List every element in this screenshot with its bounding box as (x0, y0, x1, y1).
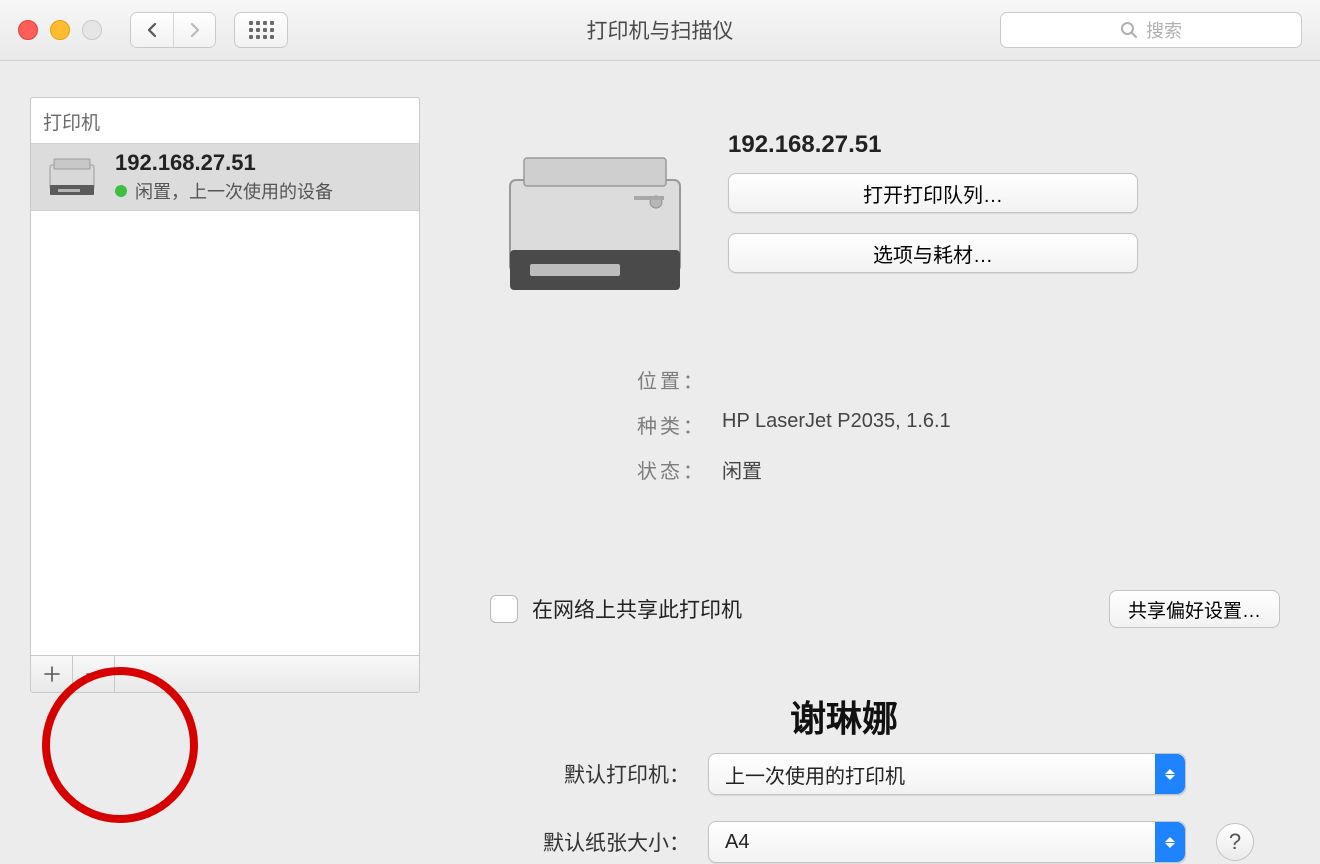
status-dot-idle-icon (115, 185, 127, 197)
search-placeholder: 搜索 (1146, 17, 1182, 43)
status-value: 闲置 (722, 455, 762, 484)
default-printer-value: 上一次使用的打印机 (725, 760, 905, 789)
search-icon (1120, 21, 1138, 39)
traffic-lights (18, 20, 102, 40)
back-button[interactable] (131, 13, 173, 47)
options-supplies-button[interactable]: 选项与耗材… (728, 233, 1138, 273)
default-paper-value: A4 (725, 831, 749, 854)
printer-row-text: 192.168.27.51 闲置，上一次使用的设备 (115, 150, 333, 204)
printer-row-name: 192.168.27.51 (115, 150, 333, 176)
printer-info-grid: 位置： 种类： HP LaserJet P2035, 1.6.1 状态： 闲置 (610, 365, 1290, 500)
close-window-button[interactable] (18, 20, 38, 40)
minus-icon (86, 666, 102, 682)
add-printer-button[interactable] (31, 656, 73, 692)
share-printer-label: 在网络上共享此打印机 (532, 594, 742, 624)
printer-list-header: 打印机 (31, 98, 419, 143)
open-print-queue-button[interactable]: 打开打印队列… (728, 173, 1138, 213)
default-printer-select[interactable]: 上一次使用的打印机 (708, 753, 1186, 795)
printer-row-status-text: 闲置，上一次使用的设备 (135, 178, 333, 204)
printer-list-footer (31, 655, 419, 692)
forward-button (173, 13, 215, 47)
printer-large-icon (480, 127, 708, 317)
kind-value: HP LaserJet P2035, 1.6.1 (722, 410, 951, 439)
printer-row-status: 闲置，上一次使用的设备 (115, 178, 333, 204)
default-paper-label: 默认纸张大小： (0, 827, 708, 857)
kind-label: 种类： (610, 410, 706, 439)
grid-icon (249, 21, 274, 39)
show-all-prefs-button[interactable] (234, 12, 288, 48)
minimize-window-button[interactable] (50, 20, 70, 40)
location-label: 位置： (610, 365, 706, 394)
plus-icon (44, 666, 60, 682)
chevron-right-icon (189, 22, 201, 38)
share-printer-row: 在网络上共享此打印机 共享偏好设置… (490, 590, 1290, 628)
search-input[interactable]: 搜索 (1000, 12, 1302, 48)
window-titlebar: 打印机与扫描仪 搜索 (0, 0, 1320, 61)
printer-list-row[interactable]: 192.168.27.51 闲置，上一次使用的设备 (31, 143, 419, 211)
chevron-left-icon (146, 22, 158, 38)
printer-thumbnail-icon (41, 153, 103, 201)
question-mark-icon: ? (1229, 829, 1241, 855)
help-button[interactable]: ? (1216, 823, 1254, 861)
watermark-text: 谢琳娜 (790, 690, 898, 742)
updown-arrows-icon (1155, 822, 1185, 862)
printer-title: 192.168.27.51 (728, 131, 1138, 159)
default-paper-select[interactable]: A4 (708, 821, 1186, 863)
content-area: 打印机 192.168.27.51 闲置，上一次使用的设备 (0, 61, 1320, 693)
printer-list-pane: 打印机 192.168.27.51 闲置，上一次使用的设备 (30, 97, 420, 693)
status-label: 状态： (610, 455, 706, 484)
bottom-settings: 默认打印机： 上一次使用的打印机 默认纸张大小： A4 ? (0, 753, 1320, 863)
share-printer-checkbox[interactable] (490, 595, 518, 623)
sharing-prefs-button[interactable]: 共享偏好设置… (1109, 590, 1280, 628)
default-printer-label: 默认打印机： (0, 759, 708, 789)
printer-detail-pane: 192.168.27.51 打开打印队列… 选项与耗材… 位置： 种类： HP … (450, 97, 1290, 693)
updown-arrows-icon (1155, 754, 1185, 794)
nav-back-forward (130, 12, 216, 48)
remove-printer-button[interactable] (73, 656, 115, 692)
zoom-window-button (82, 20, 102, 40)
